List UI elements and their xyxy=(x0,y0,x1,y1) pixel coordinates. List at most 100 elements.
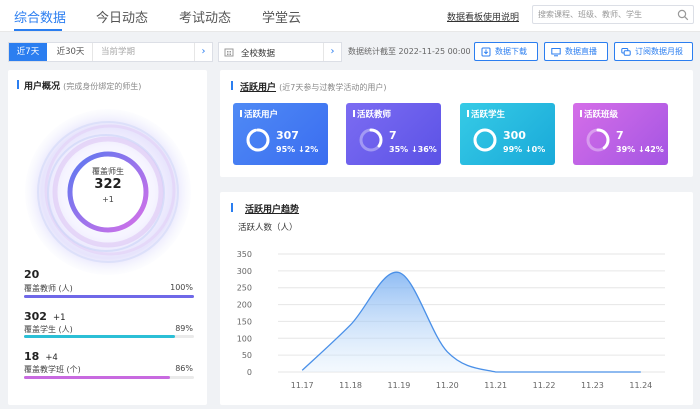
coverage-ring-value: 322 xyxy=(94,177,122,192)
x-tick-label: 11.22 xyxy=(533,381,556,390)
x-tick-label: 11.19 xyxy=(387,381,410,390)
metric-delta: +4 xyxy=(45,353,58,363)
metric-percent: 86% xyxy=(175,364,193,373)
metric-progress-bar xyxy=(24,335,194,338)
tab-overview-data[interactable]: 综合数据 xyxy=(14,7,66,26)
tile-change: ↓36% xyxy=(410,145,437,154)
metric-delta: +1 xyxy=(52,313,66,323)
tile-change: ↓0% xyxy=(524,145,546,154)
metric-number: 302 xyxy=(24,310,47,323)
building-icon xyxy=(224,48,234,57)
active-users-trend-chart: 活跃人数（人） 0 50 100 150 200 250 300 350 11.17 11.18 11… xyxy=(237,222,665,390)
period-7-days[interactable]: 近7天 xyxy=(9,43,47,61)
monitor-icon xyxy=(551,48,561,57)
period-30-days[interactable]: 近30天 xyxy=(49,43,93,61)
active-tile[interactable]: 活跃用户 307 95% ↓2% xyxy=(233,103,328,165)
scope-selector[interactable]: 全校数据 › xyxy=(218,42,342,62)
tile-label: 活跃班级 xyxy=(584,110,619,120)
data-download-button[interactable]: 数据下载 xyxy=(474,42,538,61)
y-tick-label: 300 xyxy=(237,267,252,276)
data-live-button[interactable]: 数据直播 xyxy=(544,42,608,61)
title-marker xyxy=(231,81,233,90)
title-marker xyxy=(17,80,19,89)
subscribe-report-label: 订阅数据月报 xyxy=(635,47,683,56)
metric-label: 覆盖教师 (人) xyxy=(24,284,73,293)
y-tick-label: 0 xyxy=(247,368,252,377)
tile-label: 活跃教师 xyxy=(357,110,392,120)
y-tick-label: 250 xyxy=(237,284,252,293)
y-axis-label: 活跃人数（人） xyxy=(238,222,298,233)
tile-change: ↓2% xyxy=(297,145,319,154)
active-users-title-text: 活跃用户 xyxy=(240,83,277,93)
tile-progress-ring xyxy=(586,128,610,152)
x-tick-label: 11.17 xyxy=(291,381,314,390)
tile-progress-ring xyxy=(473,128,497,152)
y-tick-label: 150 xyxy=(237,317,252,326)
period-selector: 近7天 近30天 当前学期 › xyxy=(8,42,213,62)
active-users-subtitle: (近7天参与过教学活动的用户) xyxy=(279,83,387,92)
usage-guide-link[interactable]: 数据看板使用说明 xyxy=(447,10,519,23)
metric-percent: 100% xyxy=(170,283,193,292)
metric-label: 覆盖教学班 (个) xyxy=(24,365,81,374)
tab-today[interactable]: 今日动态 xyxy=(96,7,148,26)
coverage-ring-graphic xyxy=(25,109,191,275)
active-tab-indicator xyxy=(14,29,62,31)
tile-rate-value: 39% xyxy=(616,145,636,154)
tile-label: 活跃用户 xyxy=(244,110,279,120)
tab-exam[interactable]: 考试动态 xyxy=(179,7,231,26)
subscribe-report-button[interactable]: 订阅数据月报 xyxy=(614,42,693,61)
tile-value: 300 xyxy=(503,129,526,142)
stat-cutoff-time: 数据统计截至 2022-11-25 00:00 xyxy=(348,47,471,56)
coverage-ring-label: 覆盖师生 xyxy=(92,167,124,176)
y-tick-label: 100 xyxy=(237,334,252,343)
x-tick-label: 11.18 xyxy=(339,381,362,390)
y-tick-label: 350 xyxy=(237,250,252,259)
coverage-ring-delta: +1 xyxy=(102,195,114,204)
active-tile[interactable]: 活跃学生 300 99% ↓0% xyxy=(460,103,555,165)
metric-progress-bar xyxy=(24,376,194,379)
active-tile[interactable]: 活跃班级 7 39% ↓42% xyxy=(573,103,668,165)
chevron-right-icon[interactable]: › xyxy=(194,43,212,61)
metric-value: 20 xyxy=(24,268,45,281)
top-nav: 综合数据 今日动态 考试动态 学堂云 数据看板使用说明 xyxy=(0,0,700,32)
user-overview-card: 用户概况 (完成身份绑定的师生) 覆盖师生 322 +1 20 覆盖教师 (人) xyxy=(8,70,207,405)
tile-rate-value: 95% xyxy=(276,145,296,154)
filter-toolbar: 近7天 近30天 当前学期 › 全校数据 › 数据统计截至 2022-11-25… xyxy=(0,38,700,64)
tile-rate: 95% ↓2% xyxy=(276,145,318,154)
tile-marker xyxy=(580,110,582,117)
tile-label: 活跃学生 xyxy=(471,110,506,120)
tile-value: 7 xyxy=(389,129,397,142)
active-tile[interactable]: 活跃教师 7 35% ↓36% xyxy=(346,103,441,165)
metric-value: 18 +4 xyxy=(24,350,58,363)
x-tick-label: 11.24 xyxy=(629,381,652,390)
tile-rate-value: 35% xyxy=(389,145,409,154)
x-tick-label: 11.23 xyxy=(581,381,604,390)
y-tick-label: 50 xyxy=(242,351,252,360)
tile-rate-value: 99% xyxy=(503,145,523,154)
tile-marker xyxy=(353,110,355,117)
chevron-right-icon[interactable]: › xyxy=(323,43,341,61)
tile-value: 7 xyxy=(616,129,624,142)
search-icon[interactable] xyxy=(677,9,689,21)
metric-percent: 89% xyxy=(175,324,193,333)
search-box xyxy=(532,5,694,24)
tile-rate: 35% ↓36% xyxy=(389,145,437,154)
tile-progress-ring xyxy=(246,128,270,152)
metric-value: 302 +1 xyxy=(24,310,66,323)
tile-marker xyxy=(240,110,242,117)
user-overview-subtitle: (完成身份绑定的师生) xyxy=(63,82,142,91)
x-tick-label: 11.20 xyxy=(436,381,459,390)
y-tick-label: 200 xyxy=(237,301,252,310)
tile-change: ↓42% xyxy=(637,145,664,154)
tile-rate: 39% ↓42% xyxy=(616,145,664,154)
term-selector[interactable]: 当前学期 xyxy=(97,43,195,61)
metric-number: 18 xyxy=(24,350,40,363)
tab-xuetangyun[interactable]: 学堂云 xyxy=(262,7,301,26)
active-users-title: 活跃用户 (近7天参与过教学活动的用户) xyxy=(240,80,387,93)
metric-progress-fill xyxy=(24,376,171,379)
x-tick-label: 11.21 xyxy=(484,381,507,390)
user-overview-title: 用户概况 (完成身份绑定的师生) xyxy=(24,79,141,92)
chat-icon xyxy=(621,48,631,56)
data-live-label: 数据直播 xyxy=(565,47,597,56)
search-input[interactable] xyxy=(538,8,674,21)
